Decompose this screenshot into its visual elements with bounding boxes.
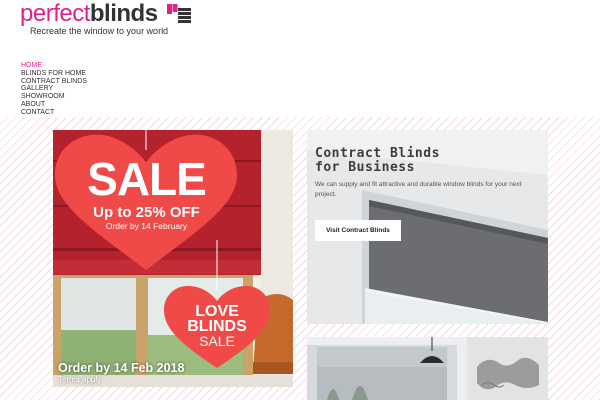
logo-perfect-text: perfect <box>20 0 90 27</box>
promo-order-title: Order by 14 Feb 2018 <box>58 361 185 375</box>
sale-discount: Up to 25% OFF <box>93 204 200 221</box>
visit-contract-blinds-button[interactable]: Visit Contract Blinds <box>315 220 401 241</box>
contract-description: We can supply and fit attractive and dur… <box>315 181 522 198</box>
room-interior-image <box>307 337 548 400</box>
nav-item-contract-blinds[interactable]: CONTRACT BLINDS <box>21 78 87 86</box>
sale-order-by: Order by 14 February <box>105 221 188 231</box>
sale-promo-banner[interactable]: SALE Up to 25% OFF Order by 14 February … <box>53 130 293 387</box>
logo-wordmark: perfectblinds <box>20 2 158 26</box>
promo-terms[interactable]: Terms apply <box>58 375 101 384</box>
blinds-logo-icon <box>167 4 191 23</box>
nav-item-contact[interactable]: CONTACT <box>21 109 87 117</box>
nav-item-home[interactable]: HOME <box>21 62 87 70</box>
contract-title: Contract Blinds for Business <box>315 147 440 175</box>
tagline: Recreate the window to your world <box>30 26 169 36</box>
room-gallery-card[interactable] <box>307 337 548 400</box>
sale-headline: SALE <box>87 153 207 205</box>
nav-item-gallery[interactable]: GALLERY <box>21 85 87 93</box>
main-nav: HOME BLINDS FOR HOME CONTRACT BLINDS GAL… <box>21 62 87 117</box>
nav-item-blinds-for-home[interactable]: BLINDS FOR HOME <box>21 70 87 78</box>
nav-item-about[interactable]: ABOUT <box>21 101 87 109</box>
contract-title-line-1: Contract Blinds <box>315 146 440 161</box>
love-line-3: SALE <box>199 333 235 349</box>
contract-title-line-2: for Business <box>315 160 415 175</box>
contract-blinds-card: Contract Blinds for Business We can supp… <box>307 130 548 324</box>
logo-blinds-text: blinds <box>89 0 158 27</box>
nav-item-showroom[interactable]: SHOWROOM <box>21 93 87 101</box>
